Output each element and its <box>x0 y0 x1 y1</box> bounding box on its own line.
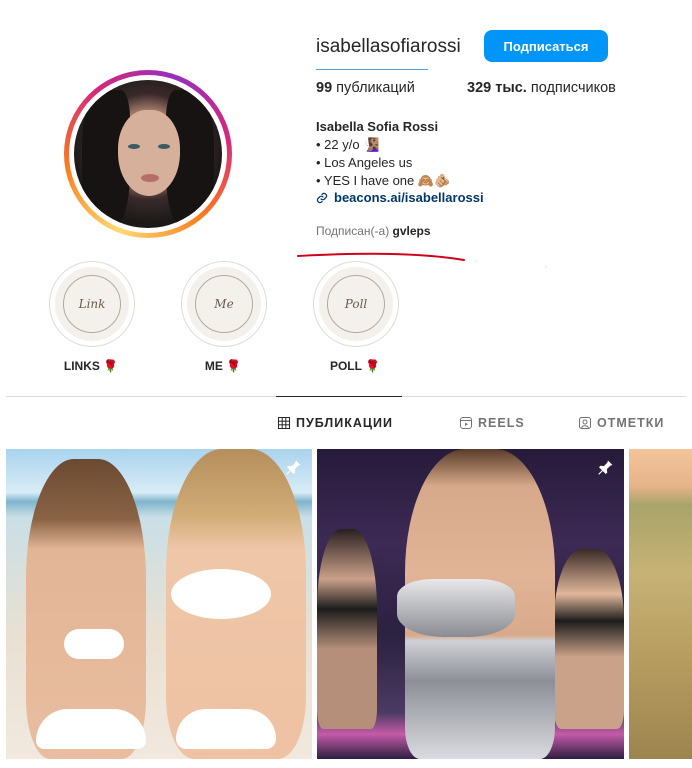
active-tab-indicator <box>276 396 402 397</box>
username-underline <box>316 69 428 70</box>
tab-reels[interactable]: REELS <box>460 416 525 430</box>
tab-posts[interactable]: ПУБЛИКАЦИИ <box>278 416 393 430</box>
followed-by-label: Подписан(-а) <box>316 224 390 238</box>
posts-count: 99 <box>316 80 333 96</box>
avatar-photo <box>74 80 222 228</box>
highlight-me[interactable]: Me <box>181 261 267 347</box>
followers-label: подписчиков <box>530 80 616 96</box>
pin-icon <box>598 460 613 475</box>
profile-username: isabellasofiarossi <box>316 36 461 57</box>
highlight-label[interactable]: POLL 🌹 <box>305 359 405 373</box>
pin-icon <box>286 460 301 475</box>
highlight-label[interactable]: LINKS 🌹 <box>41 359 141 373</box>
bio-line: • 22 y/o 🧏🏽‍♀️ <box>316 137 380 152</box>
highlight-poll[interactable]: Poll <box>313 261 399 347</box>
link-icon <box>316 192 328 203</box>
tab-tagged[interactable]: ОТМЕТКИ <box>579 416 664 430</box>
post-tile[interactable] <box>317 449 624 759</box>
bio-link[interactable]: beacons.ai/isabellarossi <box>316 190 484 205</box>
highlight-cover-text: Poll <box>327 275 385 333</box>
highlight-cover-text: Link <box>63 275 121 333</box>
highlight-links[interactable]: Link <box>49 261 135 347</box>
profile-avatar[interactable] <box>64 70 232 238</box>
posts-stat: 99 публикаций <box>316 80 415 96</box>
post-tile[interactable] <box>629 449 692 759</box>
tagged-icon <box>579 417 591 429</box>
tab-label: REELS <box>478 416 525 430</box>
grid-icon <box>278 417 290 429</box>
bio-line: • YES I have one 🙈🫵🏼 <box>316 173 451 188</box>
followers-count: 329 тыс. <box>467 80 527 96</box>
reels-icon <box>460 417 472 429</box>
posts-label: публикаций <box>336 80 415 96</box>
profile-full-name: Isabella Sofia Rossi <box>316 119 439 134</box>
highlight-cover-text: Me <box>195 275 253 333</box>
tab-label: ОТМЕТКИ <box>597 416 665 430</box>
tab-label: ПУБЛИКАЦИИ <box>296 416 393 430</box>
post-tile[interactable] <box>6 449 312 759</box>
highlight-label[interactable]: ME 🌹 <box>173 359 273 373</box>
followers-stat[interactable]: 329 тыс. подписчиков <box>467 80 616 96</box>
follow-button[interactable]: Подписаться <box>484 30 608 62</box>
followed-by[interactable]: Подписан(-а) gvleps <box>316 224 431 238</box>
bio-link-text: beacons.ai/isabellarossi <box>334 190 484 205</box>
followed-by-user: gvleps <box>392 224 431 238</box>
bio-line: • Los Angeles us <box>316 155 413 170</box>
